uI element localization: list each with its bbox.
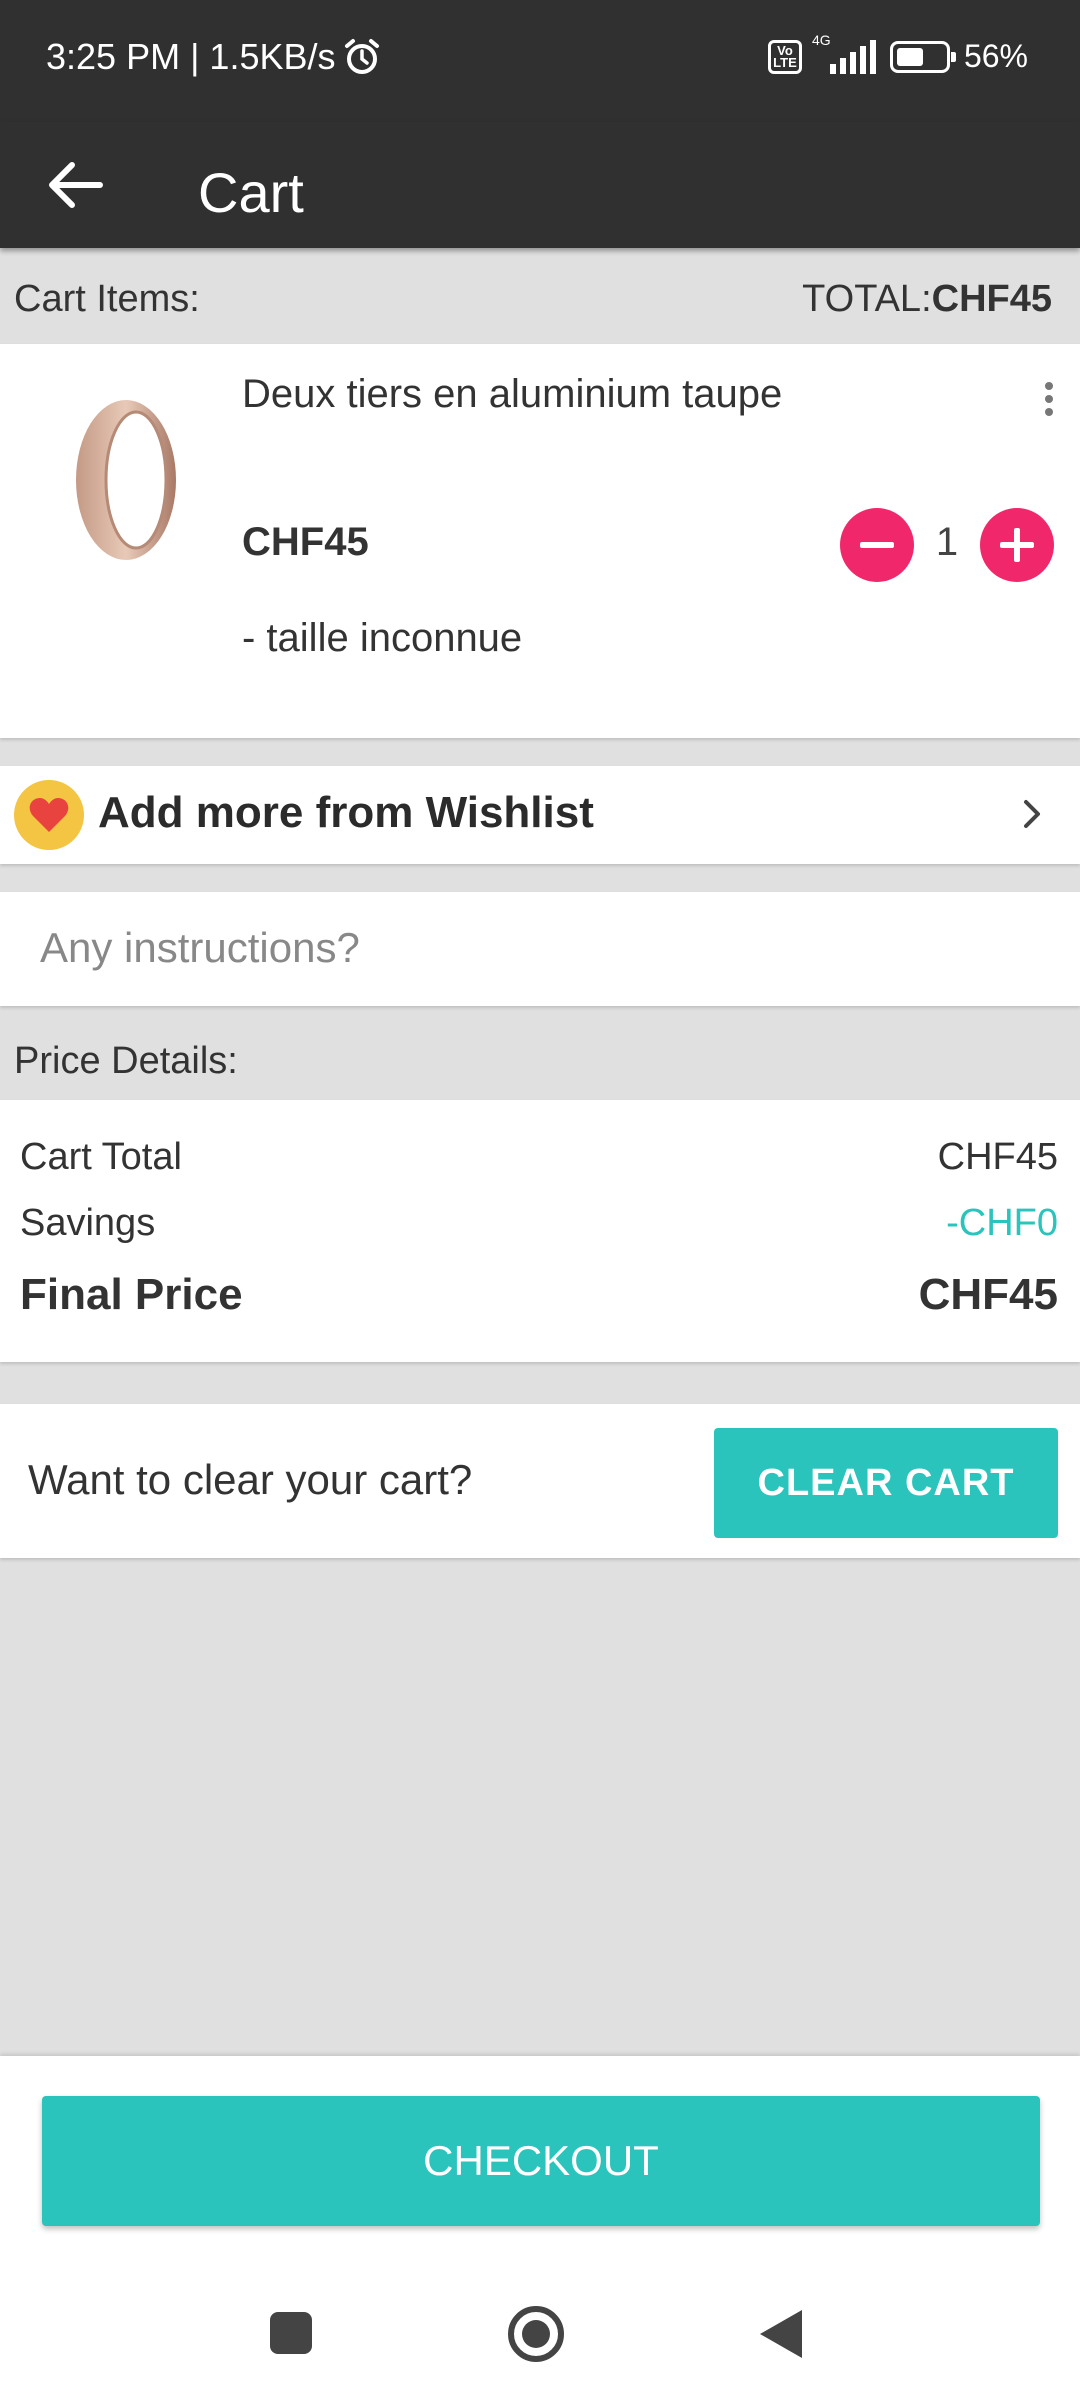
- volte-icon: Vo LTE: [767, 39, 802, 74]
- back-arrow-icon: [49, 162, 103, 208]
- battery-percent: 56%: [963, 38, 1028, 74]
- price-details-card: Cart Total CHF45 Savings -CHF0 Final Pri…: [0, 1100, 1080, 1362]
- wishlist-label: Add more from Wishlist: [98, 788, 594, 837]
- total-label: TOTAL:: [802, 278, 932, 320]
- status-left: 3:25 PM | 1.5KB/s: [46, 36, 382, 78]
- status-time: 3:25 PM | 1.5KB/s: [46, 36, 336, 77]
- final-price-label: Final Price: [20, 1270, 243, 1319]
- network-type: 4G: [811, 31, 831, 48]
- battery-level: [896, 47, 923, 66]
- decrease-quantity-button[interactable]: [840, 508, 914, 582]
- savings-value: -CHF0: [946, 1202, 1058, 1244]
- chevron-right-icon: [1014, 796, 1050, 832]
- nav-back-icon[interactable]: [760, 2310, 802, 2358]
- battery-icon: [889, 40, 956, 73]
- clear-cart-prompt: Want to clear your cart?: [28, 1456, 473, 1503]
- cart-total-label: Cart Total: [20, 1136, 182, 1178]
- total-value: CHF45: [931, 278, 1052, 320]
- savings-label: Savings: [20, 1202, 156, 1244]
- product-name[interactable]: Deux tiers en aluminium taupe: [242, 372, 782, 417]
- status-right: Vo LTE 4G 56%: [767, 32, 1028, 75]
- cart-total-header: TOTAL:CHF45: [802, 278, 1052, 321]
- clear-cart-card: Want to clear your cart? CLEAR CART: [0, 1404, 1080, 1558]
- final-price-row: Final Price CHF45: [20, 1270, 1058, 1320]
- more-vert-icon[interactable]: [1042, 382, 1056, 422]
- price-details-label: Price Details:: [14, 1040, 238, 1082]
- cart-item-card: Deux tiers en aluminium taupe CHF45 1 - …: [0, 344, 1080, 738]
- quantity-value: 1: [935, 520, 959, 564]
- system-nav-bar: [0, 2306, 1080, 2400]
- app-bar: Cart: [0, 122, 1080, 248]
- nav-home-icon[interactable]: [508, 2306, 564, 2362]
- status-bar: 3:25 PM | 1.5KB/s Vo LTE 4G 56%: [0, 0, 1080, 122]
- clear-cart-button[interactable]: CLEAR CART: [714, 1428, 1058, 1538]
- add-from-wishlist-row[interactable]: Add more from Wishlist: [0, 766, 1080, 864]
- savings-row: Savings -CHF0: [20, 1202, 1058, 1245]
- signal-icon: 4G: [812, 32, 876, 74]
- increase-quantity-button[interactable]: [980, 508, 1054, 582]
- final-price-value: CHF45: [918, 1270, 1058, 1319]
- instructions-input[interactable]: [40, 918, 1040, 978]
- nav-recent-icon[interactable]: [270, 2312, 312, 2354]
- product-variant: - taille inconnue: [242, 616, 523, 660]
- back-button[interactable]: [40, 150, 110, 220]
- product-image[interactable]: [40, 380, 210, 580]
- product-price: CHF45: [242, 520, 369, 564]
- cart-total-value: CHF45: [937, 1136, 1058, 1178]
- instructions-card: [0, 892, 1080, 1006]
- bottom-area: CHECKOUT: [0, 2056, 1080, 2400]
- cart-total-row: Cart Total CHF45: [20, 1136, 1058, 1179]
- heart-icon: [14, 780, 84, 850]
- ring-image: [76, 400, 176, 560]
- checkout-button[interactable]: CHECKOUT: [42, 2096, 1040, 2226]
- page-title: Cart: [198, 161, 304, 224]
- alarm-icon: [344, 39, 379, 74]
- cart-items-label: Cart Items:: [14, 278, 200, 320]
